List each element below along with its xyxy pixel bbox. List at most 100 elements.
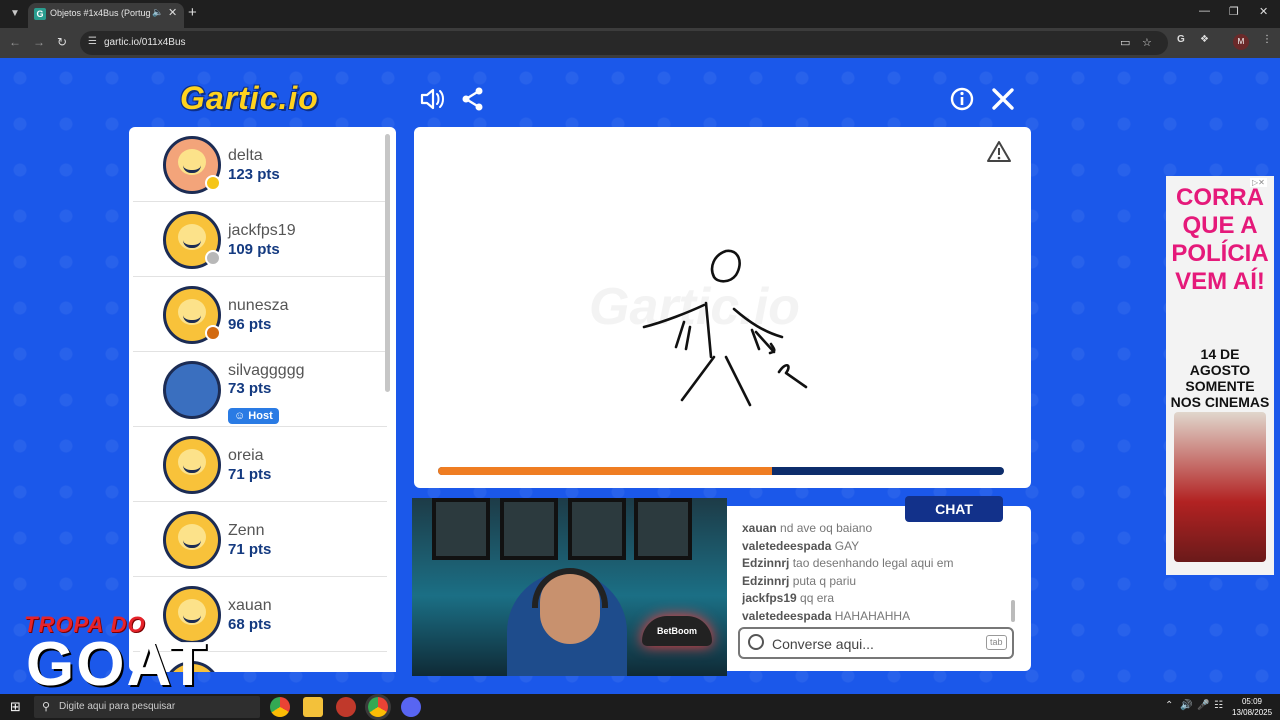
status-dot	[205, 250, 221, 266]
player-row[interactable]: delta 123 pts	[133, 127, 387, 202]
taskbar-clock[interactable]: 05:09 13/08/2025	[1232, 696, 1272, 718]
browser-tab[interactable]: G Objetos #1x4Bus (Portuguê 🔈 ✕	[28, 3, 184, 28]
chat-message: Edzinnrj puta q pariu	[742, 573, 857, 588]
chat-panel: xauan nd ave oq baiano valetedeespada GA…	[726, 506, 1031, 671]
avatar	[163, 361, 221, 419]
streamer-webcam: BetBoom	[412, 498, 727, 676]
player-row[interactable]: jackfps19 109 pts	[133, 202, 387, 277]
file-explorer-icon[interactable]	[303, 697, 323, 717]
close-window-icon[interactable]: ✕	[1259, 5, 1268, 18]
avatar	[163, 436, 221, 494]
drawing-canvas[interactable]: Gartic.io	[414, 127, 1031, 488]
player-points: 71 pts	[228, 466, 272, 483]
host-label: Host	[248, 410, 273, 422]
chat-messages: xauan nd ave oq baiano valetedeespada GA…	[742, 520, 1012, 626]
wall-frame	[432, 498, 490, 560]
chat-tab[interactable]: CHAT	[905, 496, 1003, 522]
clock-date: 13/08/2025	[1232, 708, 1273, 717]
new-tab-button[interactable]: +	[188, 4, 197, 21]
player-name: nunesza	[228, 297, 289, 314]
minimize-icon[interactable]: —	[1199, 5, 1210, 17]
speaker-icon[interactable]: 🔈	[152, 7, 163, 18]
tab-key-hint: tab	[986, 635, 1007, 650]
player-points: 68 pts	[228, 616, 272, 633]
share-icon[interactable]	[459, 86, 487, 114]
chat-message: xauan nd ave oq baiano	[742, 521, 873, 535]
player-name: oreia	[228, 447, 264, 464]
gartic-favicon-icon: G	[34, 8, 46, 20]
chat-message: valetedeespada GAY	[742, 538, 860, 553]
close-tab-icon[interactable]: ✕	[168, 6, 177, 19]
player-name: Zenn	[228, 522, 265, 539]
player-points: 96 pts	[228, 316, 272, 333]
wall-frame	[568, 498, 626, 560]
player-name: delta	[228, 147, 263, 164]
gartic-logo[interactable]: Gartic.io	[180, 80, 319, 117]
app-icon[interactable]	[336, 697, 356, 717]
player-list: delta 123 pts jackfps19 109 pts nunesza …	[129, 127, 396, 672]
player-row[interactable]: silvaggggg 73 pts ☺ Host	[133, 352, 387, 427]
address-bar[interactable]: ☰ gartic.io/011x4Bus ▭ ☆	[80, 31, 1168, 55]
chat-message: jackfps19 qq era	[742, 591, 835, 605]
chat-input[interactable]	[772, 634, 972, 654]
browser-tab-bar: ▼ G Objetos #1x4Bus (Portuguê 🔈 ✕ + — ❐ …	[0, 0, 1280, 28]
player-points: 123 pts	[228, 166, 280, 183]
wall-frame	[634, 498, 692, 560]
browser-toolbar: ← → ↻ ☰ gartic.io/011x4Bus ▭ ☆ G ❖ M ⋮	[0, 28, 1280, 58]
player-points: 73 pts	[228, 380, 272, 397]
microphone-tray-icon[interactable]: 🎤	[1197, 700, 1209, 711]
tray-chevron-icon[interactable]: ⌃	[1165, 700, 1173, 711]
windows-start-icon[interactable]: ⊞	[10, 699, 21, 715]
url-text[interactable]: gartic.io/011x4Bus	[104, 37, 186, 48]
player-points: 71 pts	[228, 541, 272, 558]
ad-title: CORRA QUE A POLÍCIA VEM AÍ!	[1171, 184, 1269, 295]
tab-search-button[interactable]: ▼	[6, 5, 24, 23]
player-row[interactable]: oreia 71 pts	[133, 427, 387, 502]
round-timer-fill	[438, 467, 772, 475]
discord-icon[interactable]	[401, 697, 421, 717]
player-name: xauan	[228, 597, 272, 614]
chat-input-box[interactable]: tab	[738, 627, 1014, 659]
ad-subtitle: 14 DE AGOSTO SOMENTE NOS CINEMAS	[1170, 346, 1270, 410]
forward-arrow-icon[interactable]: →	[33, 35, 45, 49]
ad-choices-icon[interactable]: ▷✕	[1250, 178, 1267, 187]
cast-icon[interactable]: ▭	[1120, 36, 1130, 49]
wall-frame	[500, 498, 558, 560]
chat-scrollbar[interactable]	[1011, 600, 1015, 622]
restore-icon[interactable]: ❐	[1229, 5, 1239, 18]
status-dot	[205, 175, 221, 191]
player-name: silvaggggg	[228, 362, 305, 379]
taskbar-search[interactable]: ⚲ Digite aqui para pesquisar	[34, 696, 260, 718]
player-list-scrollbar[interactable]	[385, 134, 390, 392]
windows-taskbar: ⊞ ⚲ Digite aqui para pesquisar ⌃ 🔊 🎤 ☷ 0…	[0, 694, 1280, 720]
headset	[532, 568, 608, 608]
kebab-menu-icon[interactable]: ⋮	[1262, 34, 1272, 45]
betboom-lamp: BetBoom	[642, 616, 712, 646]
player-row[interactable]: Zenn 71 pts	[133, 502, 387, 577]
goat-logo: GOAT	[26, 630, 209, 699]
back-arrow-icon[interactable]: ←	[9, 35, 21, 49]
exit-close-icon[interactable]	[989, 86, 1017, 114]
reload-icon[interactable]: ↻	[57, 35, 67, 49]
volume-tray-icon[interactable]: 🔊	[1180, 700, 1192, 711]
network-tray-icon[interactable]: ☷	[1214, 700, 1223, 711]
chrome-active-icon[interactable]	[368, 697, 388, 717]
sound-icon[interactable]	[418, 86, 446, 114]
report-warning-icon[interactable]	[986, 139, 1012, 165]
search-icon	[748, 634, 764, 650]
grammarly-extension-icon[interactable]: G	[1177, 34, 1185, 45]
ad-poster-image	[1174, 412, 1266, 562]
player-name: jackfps19	[228, 222, 296, 239]
profile-avatar[interactable]: M	[1233, 34, 1249, 50]
avatar	[163, 511, 221, 569]
site-info-icon[interactable]: ☰	[88, 36, 97, 47]
chrome-icon[interactable]	[270, 697, 290, 717]
info-icon[interactable]	[948, 86, 976, 114]
movie-advertisement[interactable]: CORRA QUE A POLÍCIA VEM AÍ! 14 DE AGOSTO…	[1166, 176, 1274, 575]
search-icon: ⚲	[42, 701, 51, 713]
tab-title: Objetos #1x4Bus (Portuguê	[50, 8, 150, 18]
player-row[interactable]: nunesza 96 pts	[133, 277, 387, 352]
extensions-puzzle-icon[interactable]: ❖	[1200, 34, 1209, 45]
bookmark-star-icon[interactable]: ☆	[1142, 36, 1152, 49]
status-dot	[205, 325, 221, 341]
